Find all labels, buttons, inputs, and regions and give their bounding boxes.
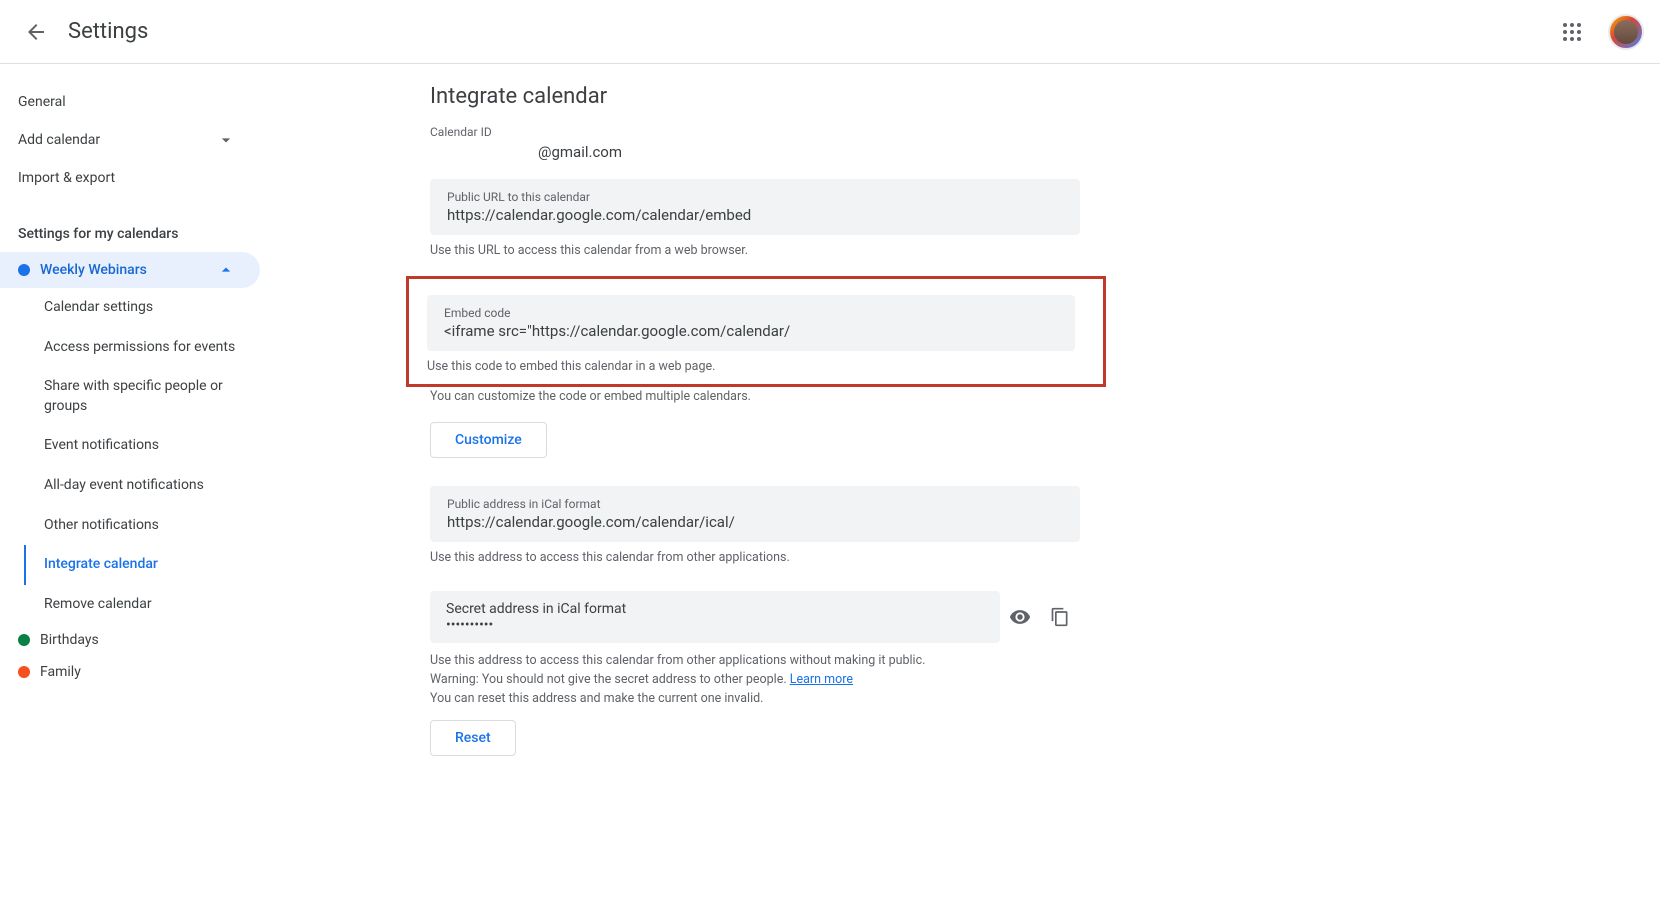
- copy-icon: [1050, 607, 1070, 627]
- app-header: Settings: [0, 0, 1660, 64]
- sidebar-item-import-export[interactable]: Import & export: [0, 160, 260, 196]
- embed-code-box[interactable]: Embed code <iframe src="https://calendar…: [427, 295, 1075, 351]
- sub-item-allday-notifications[interactable]: All-day event notifications: [24, 466, 260, 506]
- sub-item-share[interactable]: Share with specific people or groups: [24, 367, 260, 426]
- secret-row: Secret address in iCal format ••••••••••: [430, 591, 1080, 643]
- ical-secret-box[interactable]: Secret address in iCal format ••••••••••: [430, 591, 1000, 643]
- avatar[interactable]: [1608, 14, 1644, 50]
- apps-grid-icon: [1563, 23, 1581, 41]
- back-button[interactable]: [16, 12, 56, 52]
- embed-help2: You can customize the code or embed mult…: [430, 389, 1280, 404]
- google-apps-icon[interactable]: [1552, 12, 1592, 52]
- calendar-id-value: @gmail.com: [430, 143, 1280, 161]
- sidebar-calendar-birthdays[interactable]: Birthdays: [0, 624, 260, 656]
- warning-text: Warning: You should not give the secret …: [430, 672, 790, 687]
- sidebar-item-general[interactable]: General: [0, 84, 260, 120]
- ical-public-label: Public address in iCal format: [447, 497, 1063, 511]
- sidebar-calendar-family[interactable]: Family: [0, 656, 260, 688]
- embed-code-value: <iframe src="https://calendar.google.com…: [444, 322, 1058, 340]
- layout: General Add calendar Import & export Set…: [0, 64, 1660, 796]
- public-url-value: https://calendar.google.com/calendar/emb…: [447, 206, 1063, 224]
- sidebar-item-label: Import & export: [18, 170, 115, 186]
- ical-public-box[interactable]: Public address in iCal format https://ca…: [430, 486, 1080, 542]
- sidebar: General Add calendar Import & export Set…: [0, 64, 260, 796]
- main-content: Integrate calendar Calendar ID @gmail.co…: [260, 64, 1360, 796]
- reveal-secret-button[interactable]: [1000, 597, 1040, 637]
- reset-button[interactable]: Reset: [430, 720, 516, 756]
- calendar-color-dot: [18, 264, 30, 276]
- sub-item-other-notifications[interactable]: Other notifications: [24, 506, 260, 546]
- ical-public-value: https://calendar.google.com/calendar/ica…: [447, 513, 1063, 531]
- sub-item-event-notifications[interactable]: Event notifications: [24, 426, 260, 466]
- sub-item-integrate-calendar[interactable]: Integrate calendar: [24, 545, 260, 585]
- sub-item-remove-calendar[interactable]: Remove calendar: [24, 585, 260, 625]
- sidebar-sub-items: Calendar settings Access permissions for…: [0, 288, 260, 624]
- calendar-name: Birthdays: [40, 632, 99, 648]
- ical-secret-value: ••••••••••: [446, 617, 984, 633]
- page-title: Settings: [68, 19, 148, 44]
- calendar-name: Family: [40, 664, 81, 680]
- sidebar-section-header: Settings for my calendars: [0, 216, 260, 252]
- sidebar-item-add-calendar[interactable]: Add calendar: [0, 120, 260, 160]
- section-title: Integrate calendar: [430, 84, 1280, 109]
- sub-item-access-permissions[interactable]: Access permissions for events: [24, 328, 260, 368]
- sidebar-calendar-weekly-webinars[interactable]: Weekly Webinars: [0, 252, 260, 288]
- secret-warning: Warning: You should not give the secret …: [430, 672, 1280, 687]
- chevron-up-icon: [216, 260, 236, 280]
- learn-more-link[interactable]: Learn more: [790, 672, 853, 687]
- public-url-help: Use this URL to access this calendar fro…: [430, 243, 1280, 258]
- embed-highlight: Embed code <iframe src="https://calendar…: [406, 276, 1106, 387]
- arrow-left-icon: [24, 20, 48, 44]
- customize-button[interactable]: Customize: [430, 422, 547, 458]
- reset-help: You can reset this address and make the …: [430, 691, 1280, 706]
- sidebar-item-label: General: [18, 94, 66, 110]
- ical-secret-label: Secret address in iCal format: [446, 601, 984, 617]
- copy-secret-button[interactable]: [1040, 597, 1080, 637]
- eye-icon: [1009, 606, 1031, 628]
- sub-item-calendar-settings[interactable]: Calendar settings: [24, 288, 260, 328]
- embed-help: Use this code to embed this calendar in …: [427, 359, 1085, 374]
- secret-help: Use this address to access this calendar…: [430, 653, 1280, 668]
- calendar-id-label: Calendar ID: [430, 125, 1280, 139]
- sidebar-item-label: Add calendar: [18, 132, 100, 148]
- ical-public-help: Use this address to access this calendar…: [430, 550, 1280, 565]
- public-url-label: Public URL to this calendar: [447, 190, 1063, 204]
- calendar-name: Weekly Webinars: [40, 262, 147, 278]
- calendar-color-dot: [18, 666, 30, 678]
- chevron-down-icon: [216, 130, 236, 150]
- calendar-color-dot: [18, 634, 30, 646]
- public-url-box[interactable]: Public URL to this calendar https://cale…: [430, 179, 1080, 235]
- embed-code-label: Embed code: [444, 306, 1058, 320]
